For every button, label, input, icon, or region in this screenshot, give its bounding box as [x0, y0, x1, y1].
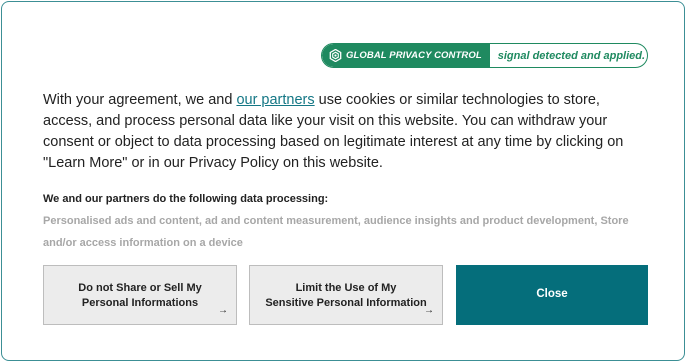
intro-text-start: With your agreement, we and [43, 92, 237, 108]
limit-use-label: Limit the Use of My Sensitive Personal I… [265, 282, 427, 309]
gpc-badge: GLOBAL PRIVACY CONTROL signal detected a… [321, 43, 648, 68]
gpc-logo-icon [329, 49, 342, 62]
gpc-status-box: signal detected and applied. [490, 44, 647, 67]
limit-use-button[interactable]: Limit the Use of My Sensitive Personal I… [249, 265, 443, 325]
close-button[interactable]: Close [456, 265, 648, 325]
intro-paragraph: With your agreement, we and our partners… [43, 90, 653, 174]
arrow-right-icon: → [218, 305, 228, 316]
gpc-status-text: signal detected and applied. [497, 49, 646, 62]
gpc-label-box: GLOBAL PRIVACY CONTROL [322, 44, 490, 67]
close-label: Close [536, 288, 568, 300]
processing-heading: We and our partners do the following dat… [43, 193, 329, 205]
processing-purposes: Personalised ads and content, ad and con… [43, 215, 629, 249]
arrow-right-icon: → [424, 305, 434, 316]
do-not-sell-button[interactable]: Do not Share or Sell My Personal Informa… [43, 265, 237, 325]
consent-dialog: GLOBAL PRIVACY CONTROL signal detected a… [1, 1, 685, 361]
our-partners-link[interactable]: our partners [236, 92, 314, 108]
gpc-label: GLOBAL PRIVACY CONTROL [346, 50, 482, 61]
do-not-sell-label: Do not Share or Sell My Personal Informa… [78, 282, 202, 309]
